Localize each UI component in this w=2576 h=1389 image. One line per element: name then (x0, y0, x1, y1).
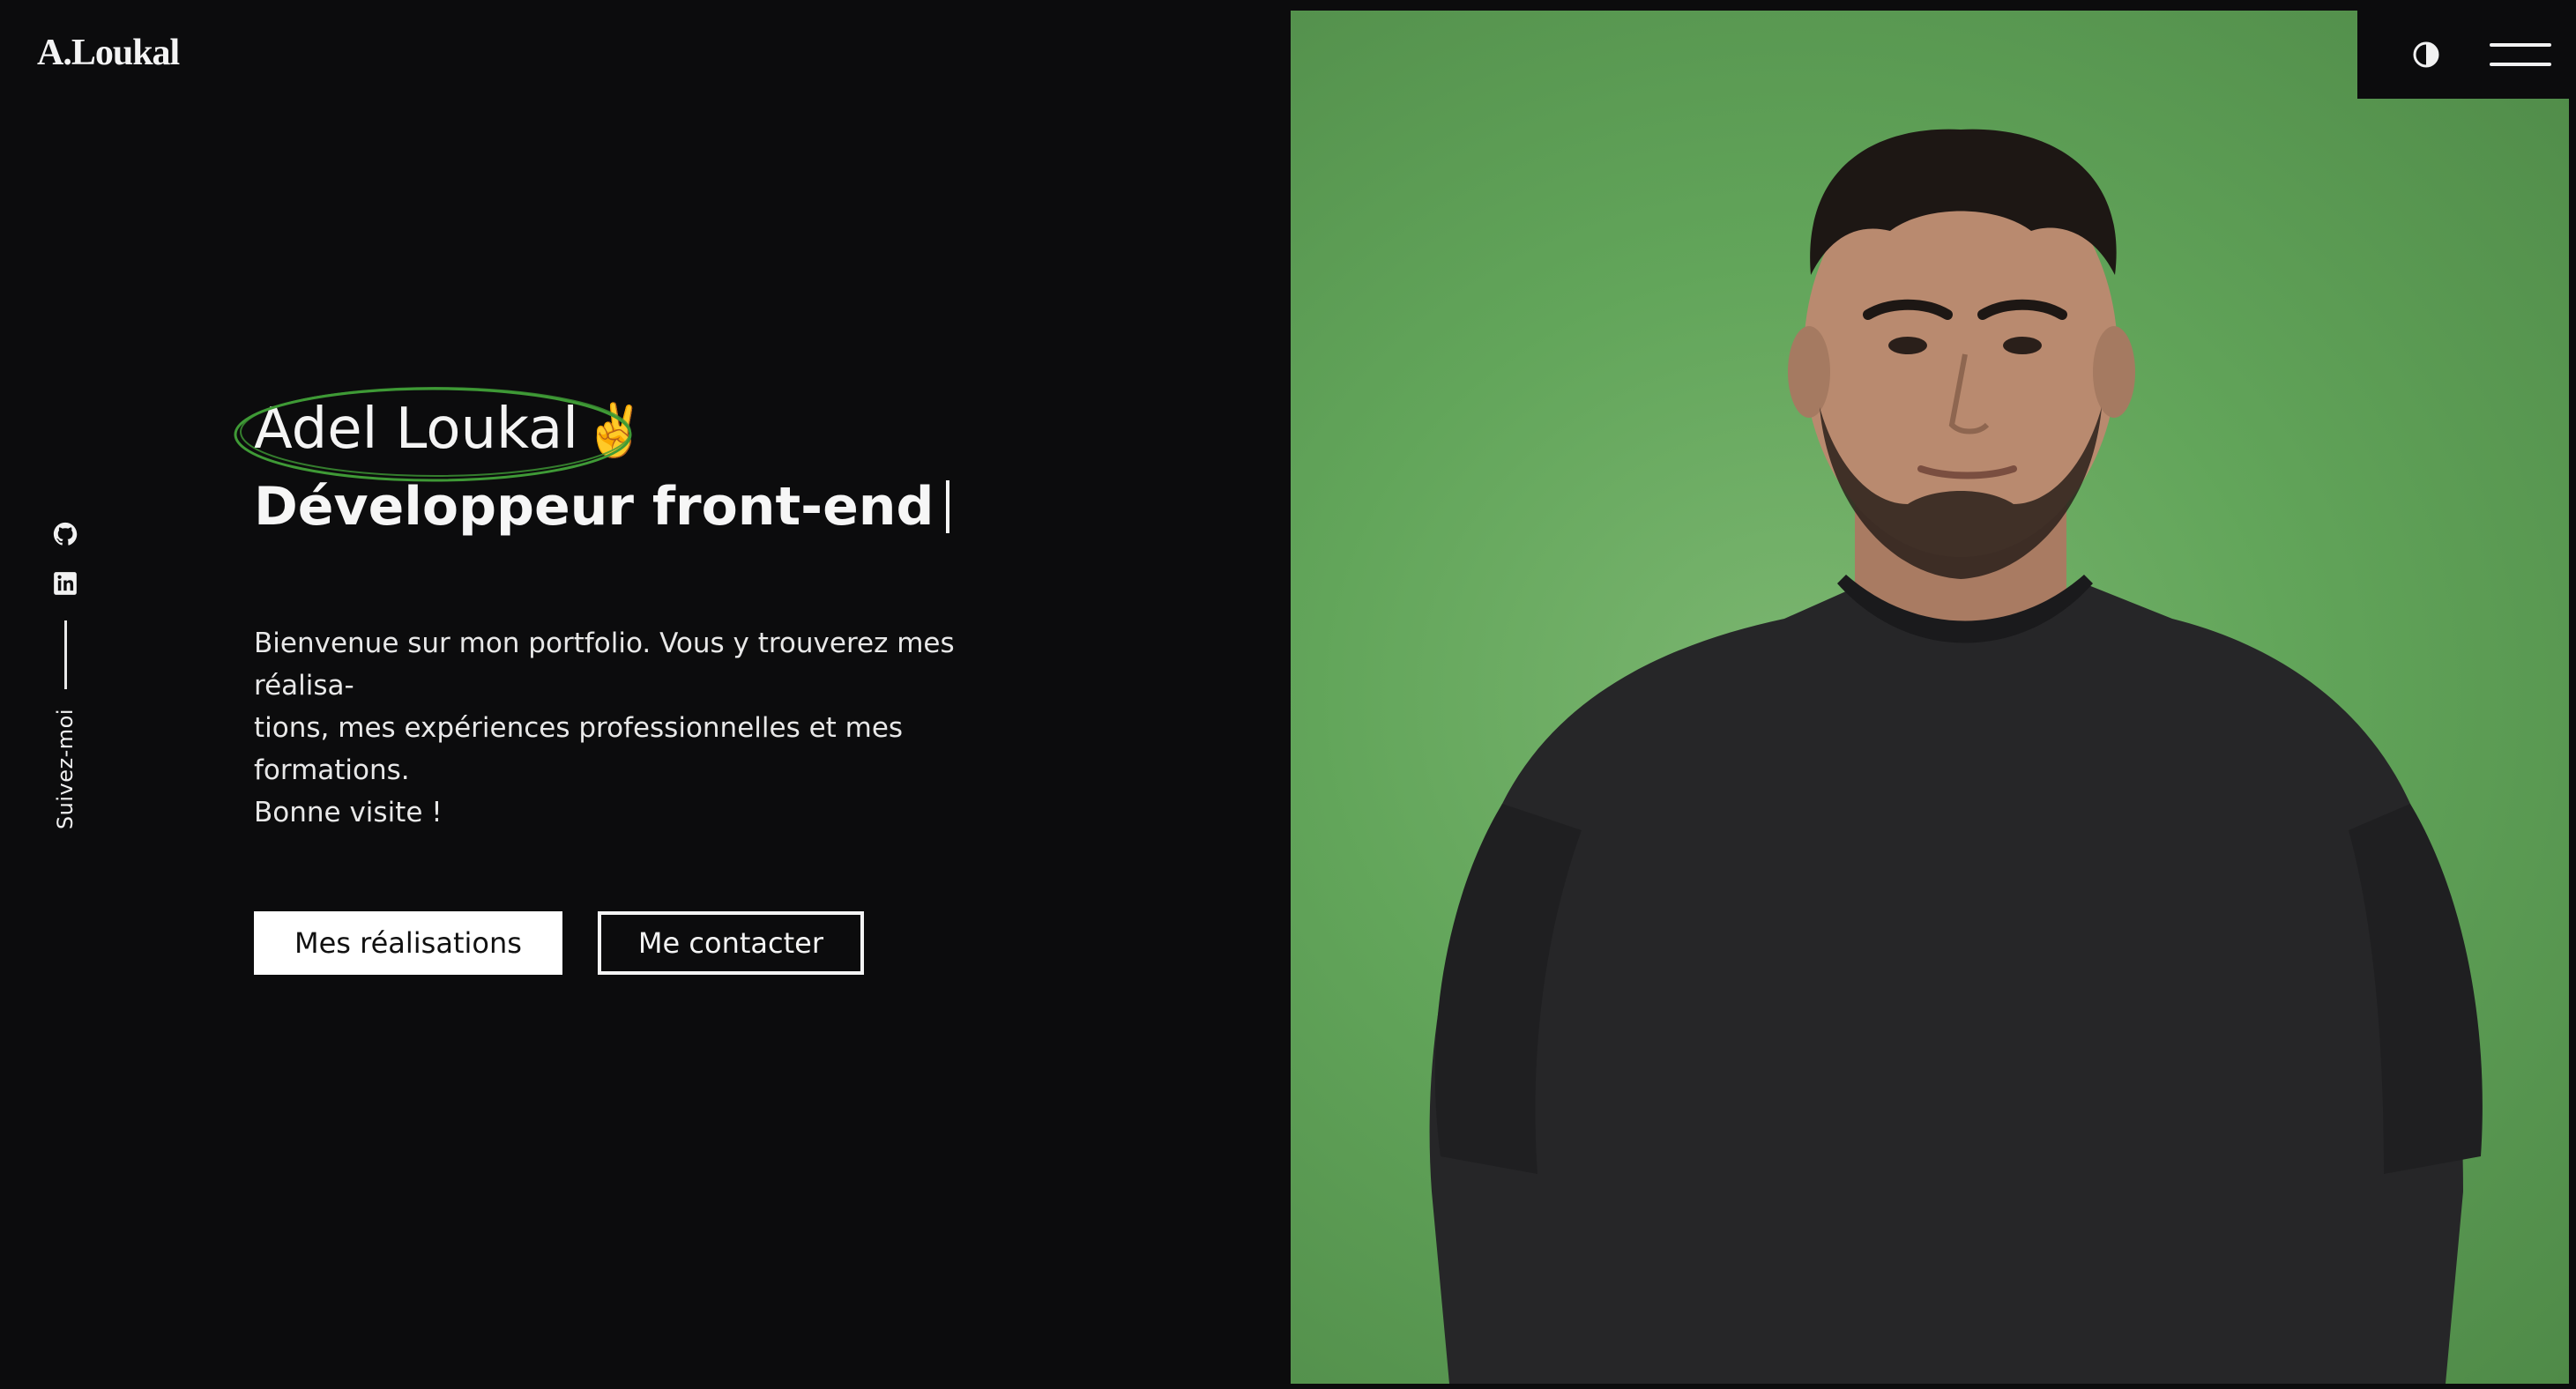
hero-title: Développeur front-end (254, 476, 1083, 538)
follow-label: Suivez-moi (53, 709, 78, 830)
intro-line: tions, mes expériences professionnelles … (254, 712, 904, 786)
menu-line (2490, 63, 2551, 66)
linkedin-icon (54, 572, 77, 595)
contrast-icon (2413, 41, 2439, 68)
hero-buttons: Mes réalisations Me contacter (254, 911, 1083, 975)
social-links: Suivez-moi (48, 520, 83, 829)
intro-text: Bienvenue sur mon portfolio. Vous y trou… (254, 622, 1047, 834)
contact-button[interactable]: Me contacter (597, 911, 864, 975)
person-portrait (1429, 129, 2483, 1384)
hero-title-text: Développeur front-end (254, 476, 934, 538)
linkedin-link[interactable] (51, 569, 79, 598)
hero-section: Adel Loukal ✌️ Développeur front-end Bie… (234, 387, 1083, 975)
github-icon (53, 522, 78, 546)
victory-hand-emoji: ✌️ (583, 400, 647, 460)
hero-name: Adel Loukal (254, 397, 578, 462)
top-controls (2357, 11, 2576, 99)
menu-line (2490, 43, 2551, 47)
projects-button[interactable]: Mes réalisations (254, 911, 562, 975)
github-link[interactable] (51, 520, 79, 548)
social-divider (63, 620, 67, 689)
intro-line: Bonne visite ! (254, 797, 443, 828)
typing-cursor (946, 480, 950, 533)
profile-photo (1291, 11, 2569, 1384)
name-block: Adel Loukal ✌️ (234, 387, 647, 482)
portfolio-page: A.Loukal Suivez-moi Adel Loukal ✌️ Dével… (0, 0, 2576, 1389)
site-logo[interactable]: A.Loukal (37, 32, 180, 74)
theme-toggle-button[interactable] (2412, 41, 2440, 69)
intro-line: Bienvenue sur mon portfolio. Vous y trou… (254, 628, 955, 702)
hamburger-menu-icon[interactable] (2490, 43, 2551, 66)
